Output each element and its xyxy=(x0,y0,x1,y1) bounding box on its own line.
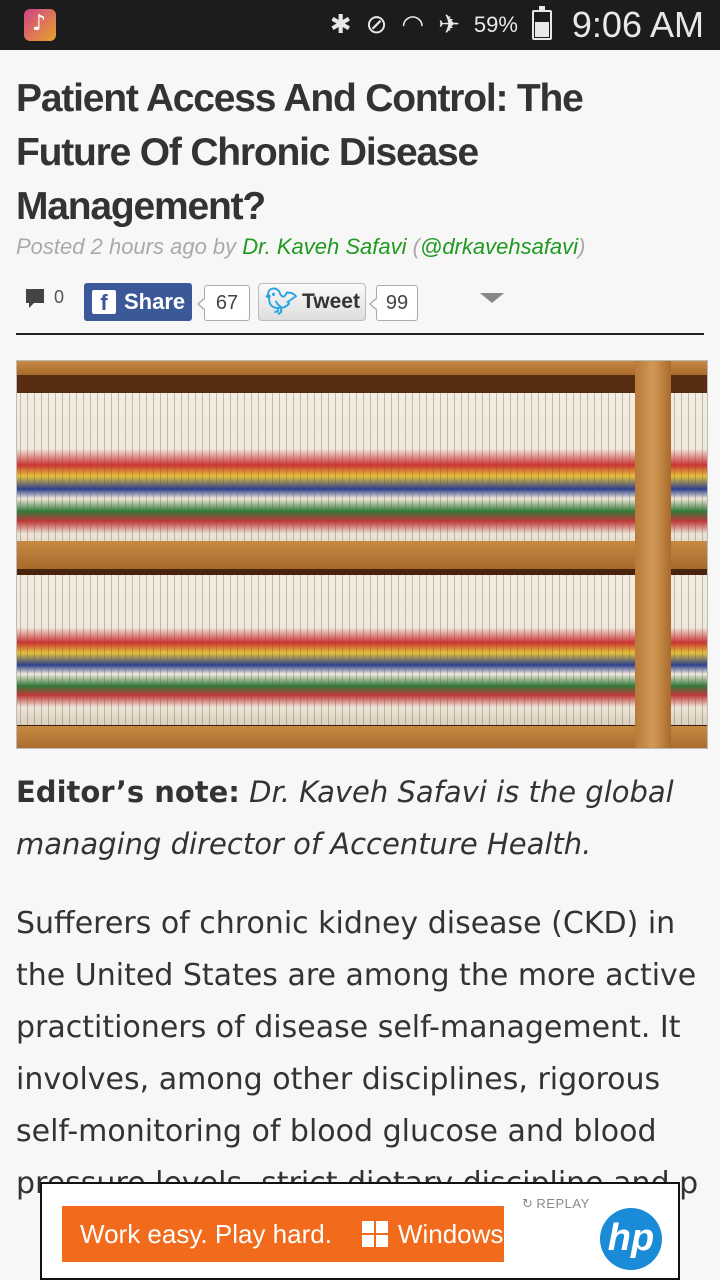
share-label: Share xyxy=(124,289,186,314)
author-link[interactable]: Dr. Kaveh Safavi xyxy=(242,234,406,259)
status-bar: ✱ ⊘ ◠ ✈ 59% 9:06 AM xyxy=(0,0,720,50)
ad-banner-orange[interactable]: Work easy. Play hard. Windows xyxy=(62,1206,504,1262)
wifi-icon: ◠ xyxy=(401,10,425,40)
facebook-icon: f xyxy=(92,290,116,315)
ad-replay-button[interactable]: REPLAY xyxy=(522,1196,590,1212)
shelf-post xyxy=(635,361,671,748)
chevron-down-icon[interactable] xyxy=(480,293,504,303)
shelf-board-bottom xyxy=(17,726,707,748)
editors-note: Editor’s note: Dr. Kaveh Safavi is the g… xyxy=(16,766,706,870)
file-folders-top-row xyxy=(17,393,635,553)
music-app-icon xyxy=(24,9,56,41)
author-handle-link[interactable]: @drkavehsafavi xyxy=(420,234,578,259)
airplane-icon: ✈ xyxy=(438,10,460,40)
clock: 9:06 AM xyxy=(571,4,704,45)
social-share-bar: 0 f Share 67 🐦︎ Tweet 99 xyxy=(22,281,712,323)
byline: Posted 2 hours ago by Dr. Kaveh Safavi (… xyxy=(16,234,585,260)
mute-icon: ⊘ xyxy=(365,10,388,40)
banner-ad[interactable]: Work easy. Play hard. Windows REPLAY hp xyxy=(40,1182,680,1280)
byline-prefix: Posted 2 hours ago by xyxy=(16,234,243,259)
share-count: 67 xyxy=(197,285,250,321)
editors-note-label: Editor’s note: xyxy=(16,775,240,809)
ad-brand: Windows xyxy=(397,1218,504,1249)
divider xyxy=(16,333,704,335)
windows-logo-icon xyxy=(361,1221,388,1247)
battery-icon xyxy=(531,6,552,40)
handle-open: ( xyxy=(406,234,420,259)
article-headline: Patient Access And Control: The Future O… xyxy=(16,77,584,228)
handle-close: ) xyxy=(578,234,586,259)
tweet-count: 99 xyxy=(369,285,418,321)
comment-count[interactable]: 0 xyxy=(54,287,64,308)
shelf-board-top xyxy=(17,361,707,375)
file-folders-bottom-row xyxy=(17,575,635,725)
file-folders-top-row-right xyxy=(671,393,707,553)
article-paragraph: Sufferers of chronic kidney disease (CKD… xyxy=(16,906,699,1201)
bluetooth-icon: ✱ xyxy=(329,10,352,40)
tweet-button[interactable]: 🐦︎ Tweet xyxy=(258,283,366,321)
tweet-label: Tweet xyxy=(302,290,360,313)
status-icons: ✱ ⊘ ◠ ✈ 59% 9:06 AM xyxy=(330,0,704,50)
ad-tagline: Work easy. Play hard. xyxy=(80,1218,332,1249)
shelf-board-middle xyxy=(17,541,707,569)
battery-percent: 59% xyxy=(473,12,518,37)
article-photo-medical-files xyxy=(16,360,708,749)
file-folders-bottom-row-right xyxy=(671,575,707,725)
hp-logo: hp xyxy=(600,1208,662,1270)
twitter-bird-icon: 🐦︎ xyxy=(265,287,299,317)
facebook-share-button[interactable]: f Share xyxy=(84,283,192,321)
comment-icon[interactable] xyxy=(26,289,44,308)
